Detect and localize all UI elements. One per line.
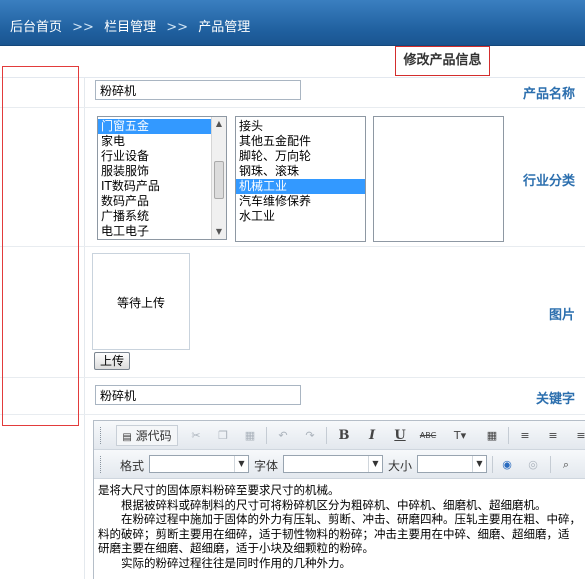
toolbar-separator [508, 427, 509, 444]
breadcrumb-section-link[interactable]: 栏目管理 [104, 20, 156, 35]
category-option[interactable]: 服装服饰 [98, 164, 226, 179]
row-divider [0, 414, 585, 415]
strikethrough-icon[interactable]: ABC [419, 427, 437, 444]
source-code-button[interactable]: ▤ 源代码 [116, 425, 178, 446]
scroll-thumb[interactable] [214, 161, 224, 199]
breadcrumb-current-page: 产品管理 [198, 20, 251, 35]
align-right-icon[interactable]: ≡ [572, 427, 585, 444]
category-listbox-primary[interactable]: 门窗五金 家电 行业设备 服装服饰 IT数码产品 数码产品 广播系统 电工电子 ▲ ▼ [97, 116, 227, 240]
category-option[interactable]: 水工业 [236, 209, 365, 224]
size-label: 大小 [388, 459, 413, 473]
breadcrumb: 后台首页 >> 栏目管理 >> 产品管理 [10, 16, 256, 35]
text-color-icon[interactable]: T▾ [447, 427, 473, 444]
image-preview: 等待上传 [92, 253, 190, 350]
category-listbox-scrollbar[interactable]: ▲ ▼ [211, 117, 226, 239]
editor-toolbar-row-2: 格式 ▼ 字体 ▼ 大小 ▼ ◉ ◎ ⌕ [94, 450, 585, 479]
category-option[interactable]: 广播系统 [98, 209, 226, 224]
editor-paragraph: 根据被碎料或碎制料的尺寸可将粉碎机区分为粗碎机、中碎机、细磨机、超细磨机。 [98, 497, 547, 512]
find-icon[interactable]: ⌕ [557, 456, 575, 473]
category-option[interactable]: 脚轮、万向轮 [236, 149, 365, 164]
category-option[interactable]: 其他五金配件 [236, 134, 365, 149]
breadcrumb-separator: >> [72, 20, 94, 35]
align-left-icon[interactable]: ≡ [516, 427, 534, 444]
editor-toolbar-row-1: ▤ 源代码 ✂ ❐ ▦ ↶ ↷ B I U ABC T▾ ▦ ≡ ≡ ≡ [94, 421, 585, 450]
toolbar-grip [100, 456, 103, 473]
breadcrumb-home-link[interactable]: 后台首页 [10, 20, 62, 35]
editor-paragraph: 研磨主要在细磨、超细磨，适于小块及细颗粒的粉碎。 [98, 541, 374, 556]
product-name-label: 产品名称 [522, 87, 575, 102]
paste-icon[interactable]: ▦ [241, 427, 259, 444]
link-icon[interactable]: ◉ [498, 456, 516, 473]
editor-paragraph: 是将大尺寸的固体原料粉碎至要求尺寸的机械。 [98, 483, 340, 497]
undo-icon[interactable]: ↶ [274, 427, 292, 444]
row-divider [0, 107, 585, 108]
unlink-icon[interactable]: ◎ [524, 456, 542, 473]
chevron-down-icon: ▼ [368, 456, 382, 472]
category-option[interactable]: IT数码产品 [98, 179, 226, 194]
category-option[interactable]: 机械工业 [236, 179, 365, 194]
image-placeholder-text: 等待上传 [116, 296, 165, 310]
breadcrumb-separator: >> [166, 20, 189, 35]
page-title: 修改产品信息 [395, 46, 490, 76]
cut-icon[interactable]: ✂ [187, 427, 205, 444]
top-navigation-bar: 后台首页 >> 栏目管理 >> 产品管理 [0, 0, 585, 46]
redo-icon[interactable]: ↷ [301, 427, 319, 444]
keyword-input[interactable] [95, 385, 301, 405]
format-label: 格式 [120, 459, 145, 473]
toolbar-separator [550, 456, 551, 473]
editor-paragraph: 实际的粉碎过程往往是同时作用的几种外力。 [98, 555, 351, 570]
toolbar-separator [326, 427, 327, 444]
editor-paragraph: 料的破碎；剪断主要用在细碎，适于韧性物料的粉碎；冲击主要用在中碎、细磨、超细磨，… [98, 526, 570, 541]
align-center-icon[interactable]: ≡ [544, 427, 562, 444]
copy-icon[interactable]: ❐ [214, 427, 232, 444]
source-icon: ▤ [122, 432, 132, 443]
underline-icon[interactable]: U [391, 427, 409, 444]
category-option[interactable]: 接头 [236, 119, 365, 134]
category-option[interactable]: 家电 [98, 134, 226, 149]
category-option[interactable]: 汽车维修保养 [236, 194, 365, 209]
label-highlight-outline [2, 66, 79, 426]
editor-content-area[interactable]: 是将大尺寸的固体原料粉碎至要求尺寸的机械。 根据被碎料或碎制料的尺寸可将粉碎机区… [98, 483, 585, 571]
toolbar-separator [492, 456, 493, 473]
toolbar-grip [100, 427, 103, 444]
italic-icon[interactable]: I [363, 427, 381, 444]
category-listbox-secondary[interactable]: 接头 其他五金配件 脚轮、万向轮 钢珠、滚珠 机械工业 汽车维修保养 水工业 [235, 116, 366, 242]
category-option[interactable]: 行业设备 [98, 149, 226, 164]
editor-paragraph: 在粉碎过程中施加于固体的外力有压轧、剪断、冲击、研磨四种。压轧主要用在粗、中碎， [98, 512, 581, 527]
product-name-input[interactable] [95, 80, 301, 100]
table-icon[interactable]: ▦ [483, 427, 501, 444]
font-select[interactable]: ▼ [283, 455, 383, 473]
category-listbox-tertiary[interactable] [373, 116, 504, 242]
chevron-down-icon: ▼ [472, 456, 486, 472]
category-option[interactable]: 数码产品 [98, 194, 226, 209]
image-label: 图片 [548, 308, 575, 323]
bold-icon[interactable]: B [335, 427, 353, 444]
category-label: 行业分类 [522, 174, 575, 189]
format-select[interactable]: ▼ [149, 455, 249, 473]
chevron-down-icon: ▼ [234, 456, 248, 472]
title-row: 修改产品信息 [0, 46, 585, 78]
row-divider [0, 377, 585, 378]
upload-button[interactable]: 上传 [94, 352, 130, 370]
rich-text-editor: ▤ 源代码 ✂ ❐ ▦ ↶ ↷ B I U ABC T▾ ▦ ≡ ≡ ≡ 格式 … [93, 420, 585, 579]
source-code-label: 源代码 [135, 429, 172, 443]
size-select[interactable]: ▼ [417, 455, 487, 473]
scroll-down-arrow-icon[interactable]: ▼ [212, 225, 226, 239]
scroll-up-arrow-icon[interactable]: ▲ [212, 117, 226, 131]
category-option[interactable]: 电工电子 [98, 224, 226, 239]
row-divider [0, 246, 585, 247]
category-option[interactable]: 门窗五金 [98, 119, 226, 134]
toolbar-separator [266, 427, 267, 444]
keyword-label: 关键字 [535, 392, 575, 407]
category-option[interactable]: 钢珠、滚珠 [236, 164, 365, 179]
font-label: 字体 [254, 459, 279, 473]
